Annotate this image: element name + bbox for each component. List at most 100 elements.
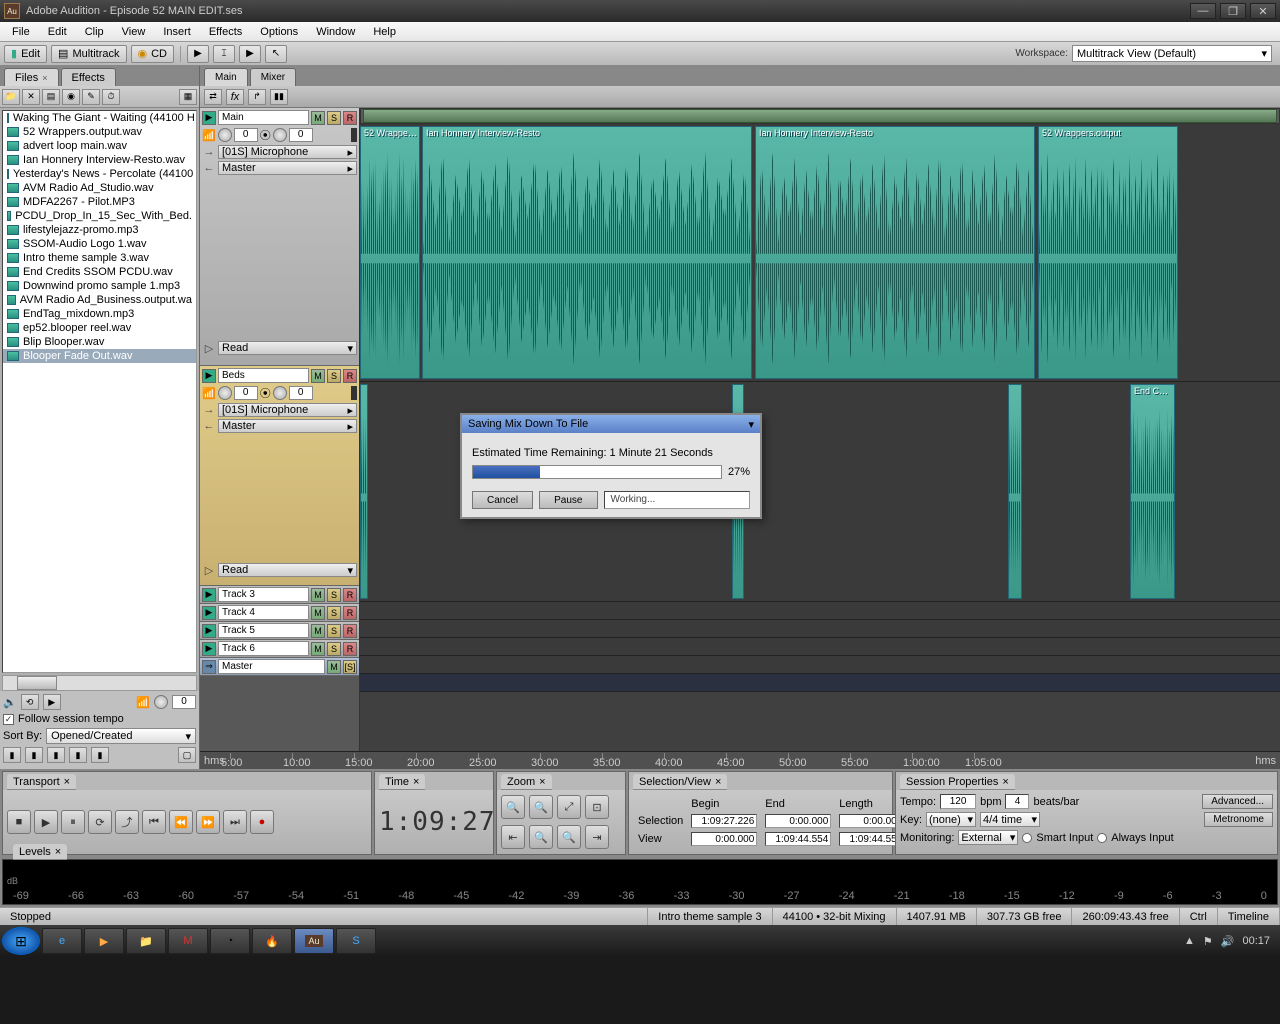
h-scrollbar[interactable] xyxy=(2,675,197,691)
menu-help[interactable]: Help xyxy=(365,24,404,40)
track-name[interactable]: Beds xyxy=(218,368,309,383)
track-lane-main[interactable]: 52 Wrappe… Ian Honnery Interview-Resto I… xyxy=(360,124,1280,382)
track-name[interactable]: Track 5 xyxy=(218,623,309,638)
options-button[interactable]: ⏱ xyxy=(102,89,120,105)
track-power-button[interactable]: ▶ xyxy=(202,111,216,125)
solo-button[interactable]: S xyxy=(327,606,341,620)
monitoring-select[interactable]: External▾ xyxy=(958,830,1018,845)
scrollbar-thumb[interactable] xyxy=(17,676,57,690)
input-select[interactable]: [01S] Microphone▸ xyxy=(218,403,357,417)
tab-levels[interactable]: Levels× xyxy=(13,844,67,860)
track-lane-master[interactable] xyxy=(360,674,1280,692)
play-loop-button[interactable]: ⟳ xyxy=(88,810,112,834)
list-item[interactable]: advert loop main.wav xyxy=(3,139,196,153)
pan-knob[interactable] xyxy=(273,386,287,400)
tray-clock[interactable]: 00:17 xyxy=(1242,935,1270,947)
mode-multitrack-button[interactable]: ▤Multitrack xyxy=(51,45,126,63)
input-select[interactable]: [01S] Microphone▸ xyxy=(218,145,357,159)
list-item[interactable]: ep52.blooper reel.wav xyxy=(3,321,196,335)
tool-hybrid-button[interactable]: ▶ xyxy=(239,45,261,63)
tool-time-select-button[interactable]: 𝙸 xyxy=(213,45,235,63)
record-arm-button[interactable]: R xyxy=(343,624,357,638)
edit-file-button[interactable]: ✎ xyxy=(82,89,100,105)
track-name[interactable]: Track 4 xyxy=(218,605,309,620)
forward-button[interactable]: ⏩ xyxy=(196,810,220,834)
mute-button[interactable]: M xyxy=(311,642,325,656)
tab-zoom[interactable]: Zoom× xyxy=(501,774,552,790)
track-lane-6[interactable] xyxy=(360,656,1280,674)
pause-button[interactable]: ⏸ xyxy=(61,810,85,834)
time-ruler[interactable]: hms hms 5:0010:0015:0020:0025:0030:0035:… xyxy=(200,751,1280,769)
list-item[interactable]: Blooper Fade Out.wav xyxy=(3,349,196,363)
list-item[interactable]: EndTag_mixdown.mp3 xyxy=(3,307,196,321)
play-to-end-button[interactable]: ⤴ xyxy=(115,810,139,834)
list-item[interactable]: Blip Blooper.wav xyxy=(3,335,196,349)
mute-button[interactable]: M xyxy=(327,660,341,674)
filter-button[interactable]: ▮ xyxy=(3,747,21,763)
filter-button[interactable]: ▮ xyxy=(69,747,87,763)
dialog-menu-icon[interactable]: ▾ xyxy=(748,418,754,431)
maximize-button[interactable]: ❐ xyxy=(1220,3,1246,19)
tab-session-properties[interactable]: Session Properties× xyxy=(900,774,1015,790)
list-item[interactable]: Waking The Giant - Waiting (44100 H xyxy=(3,111,196,125)
track-power-button[interactable]: ▶ xyxy=(202,624,216,638)
eq-button[interactable]: ▮▮ xyxy=(270,89,288,105)
audio-clip[interactable]: End C… xyxy=(1130,384,1175,599)
task-chrome[interactable]: ◔ xyxy=(210,928,250,954)
rewind-button[interactable]: ⏪ xyxy=(169,810,193,834)
mute-button[interactable]: M xyxy=(311,111,325,125)
menu-view[interactable]: View xyxy=(114,24,154,40)
solo-button[interactable]: S xyxy=(327,369,341,383)
track-power-button[interactable]: ▶ xyxy=(202,642,216,656)
menu-clip[interactable]: Clip xyxy=(77,24,112,40)
go-start-button[interactable]: ⏮ xyxy=(142,810,166,834)
sends-button[interactable]: ↱ xyxy=(248,89,266,105)
timeline-overview[interactable] xyxy=(360,108,1280,124)
track-header-4[interactable]: ▶Track 4MSR xyxy=(200,604,359,622)
audio-clip[interactable]: 52 Wrappers.output xyxy=(1038,126,1178,379)
tool-move-button[interactable]: ▶ xyxy=(187,45,209,63)
list-item[interactable]: Ian Honnery Interview-Resto.wav xyxy=(3,153,196,167)
tab-files[interactable]: Files× xyxy=(4,68,59,86)
track-name[interactable]: Track 6 xyxy=(218,641,309,656)
track-power-button[interactable]: ▶ xyxy=(202,606,216,620)
record-arm-button[interactable]: R xyxy=(343,588,357,602)
tab-time[interactable]: Time× xyxy=(379,774,425,790)
expand-icon[interactable]: ▷ xyxy=(202,342,216,355)
zoom-in-h-button[interactable]: 🔍 xyxy=(501,795,525,819)
mute-button[interactable]: M xyxy=(311,369,325,383)
vol-knob[interactable] xyxy=(218,128,232,142)
smart-input-radio[interactable] xyxy=(1022,833,1032,843)
audio-clip[interactable] xyxy=(360,384,368,599)
menu-window[interactable]: Window xyxy=(308,24,363,40)
vol-value[interactable]: 0 xyxy=(234,386,258,400)
view-begin-input[interactable] xyxy=(691,832,757,846)
record-arm-button[interactable]: R xyxy=(343,642,357,656)
record-arm-button[interactable]: R xyxy=(343,606,357,620)
tray-up-icon[interactable]: ▲ xyxy=(1184,935,1195,947)
list-item[interactable]: Downwind promo sample 1.mp3 xyxy=(3,279,196,293)
record-button[interactable]: ● xyxy=(250,810,274,834)
sort-select[interactable]: Opened/Created▾ xyxy=(46,728,196,744)
zoom-full-button[interactable]: ⤢ xyxy=(557,795,581,819)
track-name[interactable]: Master xyxy=(218,659,325,674)
autoplay-button[interactable]: ▶ xyxy=(43,694,61,710)
mute-button[interactable]: M xyxy=(311,606,325,620)
zoom-out-v-button[interactable]: 🔍 xyxy=(557,825,581,849)
pause-button[interactable]: Pause xyxy=(539,491,597,509)
tab-selection-view[interactable]: Selection/View× xyxy=(633,774,727,790)
key-select[interactable]: (none)▾ xyxy=(926,812,976,827)
track-header-3[interactable]: ▶Track 3MSR xyxy=(200,586,359,604)
workspace-select[interactable]: Multitrack View (Default)▾ xyxy=(1072,45,1272,62)
menu-options[interactable]: Options xyxy=(252,24,306,40)
tempo-input[interactable] xyxy=(940,794,976,809)
preview-vol-knob[interactable] xyxy=(154,695,168,709)
dialog-titlebar[interactable]: Saving Mix Down To File▾ xyxy=(462,415,760,433)
menu-edit[interactable]: Edit xyxy=(40,24,75,40)
track-header-6[interactable]: ▶Track 6MSR xyxy=(200,640,359,658)
tray-flag-icon[interactable]: ⚑ xyxy=(1203,935,1213,948)
tab-effects[interactable]: Effects xyxy=(61,68,116,86)
file-list[interactable]: Waking The Giant - Waiting (44100 H 52 W… xyxy=(2,110,197,673)
list-item[interactable]: SSOM-Audio Logo 1.wav xyxy=(3,237,196,251)
pan-knob[interactable] xyxy=(273,128,287,142)
